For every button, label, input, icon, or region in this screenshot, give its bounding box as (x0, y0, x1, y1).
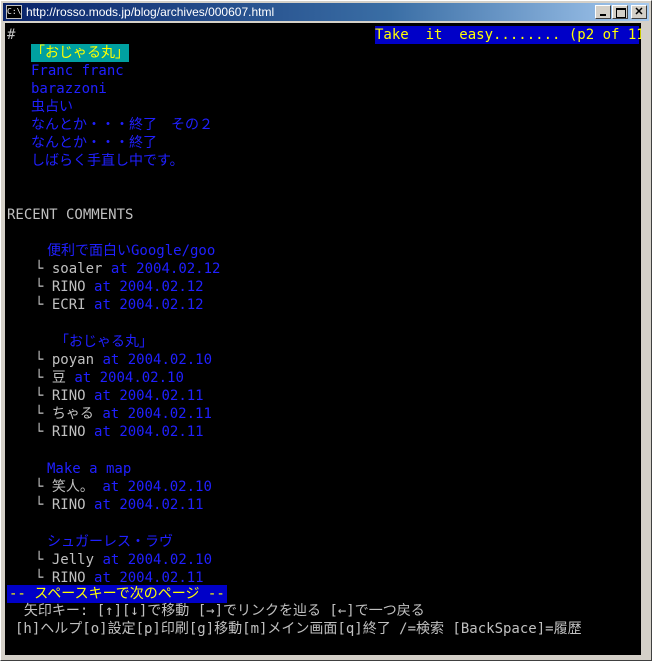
title-bar[interactable]: C:\ http://rosso.mods.jp/blog/archives/0… (3, 3, 649, 21)
close-icon: ✕ (634, 6, 644, 18)
tree-branch-icon: └ (35, 261, 44, 277)
comment-author: ちゃる (51, 406, 94, 422)
maximize-icon (616, 8, 626, 18)
comment-author: RINO (51, 388, 86, 404)
comment-entry-title[interactable]: シュガーレス・ラヴ (47, 533, 173, 551)
tree-branch-icon: └ (35, 297, 44, 313)
top-link[interactable]: barazzoni (31, 80, 107, 98)
comment-entry-title[interactable]: 「おじゃる丸」 (55, 333, 153, 351)
top-link[interactable]: なんとか・・・終了 その２ (31, 116, 213, 134)
top-link[interactable]: なんとか・・・終了 (31, 134, 157, 152)
comment-row: └ RINO at 2004.02.11 (35, 423, 204, 441)
comment-author: RINO (51, 279, 86, 295)
console-icon[interactable]: C:\ (6, 5, 22, 19)
comment-date-link[interactable]: at 2004.02.12 (94, 279, 204, 295)
tree-branch-icon: └ (35, 552, 44, 568)
tree-branch-icon: └ (35, 279, 44, 295)
comment-author: poyan (51, 352, 95, 368)
comment-date-link[interactable]: at 2004.02.11 (94, 424, 204, 440)
tree-branch-icon: └ (35, 497, 44, 513)
tree-branch-icon: └ (35, 424, 44, 440)
comment-row: └ RINO at 2004.02.11 (35, 496, 204, 514)
comment-row: └ 笑人。 at 2004.02.10 (35, 478, 212, 496)
comment-row: └ poyan at 2004.02.10 (35, 351, 212, 369)
tree-branch-icon: └ (35, 352, 44, 368)
comment-date-link[interactable]: at 2004.02.10 (102, 479, 212, 495)
comment-date-link[interactable]: at 2004.02.12 (111, 261, 221, 277)
close-button[interactable]: ✕ (631, 5, 647, 19)
comment-date-link[interactable]: at 2004.02.12 (94, 297, 204, 313)
comment-author: RINO (51, 570, 86, 586)
browser-window: C:\ http://rosso.mods.jp/blog/archives/0… (0, 0, 652, 661)
tree-branch-icon: └ (35, 479, 44, 495)
comment-date-link[interactable]: at 2004.02.11 (102, 406, 212, 422)
comment-row: └ 豆 at 2004.02.10 (35, 369, 184, 387)
comment-row: └ ECRI at 2004.02.12 (35, 296, 204, 314)
comment-row: └ RINO at 2004.02.11 (35, 387, 204, 405)
window-title: http://rosso.mods.jp/blog/archives/00060… (26, 5, 275, 19)
comment-author: soaler (51, 261, 103, 277)
comment-date-link[interactable]: at 2004.02.10 (74, 370, 184, 386)
comment-date-link[interactable]: at 2004.02.11 (94, 388, 204, 404)
comment-date-link[interactable]: at 2004.02.10 (102, 352, 212, 368)
top-link[interactable]: Franc franc (31, 62, 124, 80)
comment-date-link[interactable]: at 2004.02.11 (94, 497, 204, 513)
help-line-commands: [h]ヘルプ[o]設定[p]印刷[g]移動[m]メイン画面[q]終了 /=検索 … (15, 621, 582, 637)
page-status: Take it easy........ (p2 of 11) (375, 26, 641, 44)
page-marker: # (7, 27, 16, 43)
top-link[interactable]: 虫占い (31, 98, 73, 116)
top-link[interactable]: 「おじゃる丸」 (31, 44, 129, 62)
comment-author: ECRI (51, 297, 86, 313)
comment-row: └ ちゃる at 2004.02.11 (35, 405, 212, 423)
comment-date-link[interactable]: at 2004.02.11 (94, 570, 204, 586)
top-link[interactable]: しばらく手直し中です。 (31, 152, 184, 170)
comment-row: └ soaler at 2004.02.12 (35, 260, 220, 278)
recent-comments-heading: RECENT COMMENTS (7, 207, 134, 223)
tree-branch-icon: └ (35, 406, 44, 422)
comment-author: Jelly (51, 552, 95, 568)
minimize-button[interactable] (595, 5, 611, 19)
comment-row: └ Jelly at 2004.02.10 (35, 551, 212, 569)
terminal-console[interactable]: # Take it easy........ (p2 of 11) 「おじゃる丸… (5, 23, 641, 655)
tree-branch-icon: └ (35, 570, 44, 586)
tree-branch-icon: └ (35, 370, 44, 386)
help-line-arrows: 矢印キー: [↑][↓]で移動 [→]でリンクを辿る [←]で一つ戻る (7, 603, 425, 619)
comment-author: RINO (51, 424, 86, 440)
minimize-icon (600, 14, 606, 16)
tree-branch-icon: └ (35, 388, 44, 404)
comment-entry-title[interactable]: Make a map (47, 460, 131, 478)
comment-author: 笑人。 (51, 479, 94, 495)
scrollbar[interactable] (641, 23, 647, 655)
next-page-hint: -- スペースキーで次のページ -- (7, 585, 227, 603)
comment-row: └ RINO at 2004.02.12 (35, 278, 204, 296)
comment-author: RINO (51, 497, 86, 513)
maximize-button[interactable] (612, 5, 628, 19)
comment-entry-title[interactable]: 便利で面白いGoogle/goo (47, 242, 215, 260)
comment-date-link[interactable]: at 2004.02.10 (102, 552, 212, 568)
comment-author: 豆 (51, 370, 66, 386)
